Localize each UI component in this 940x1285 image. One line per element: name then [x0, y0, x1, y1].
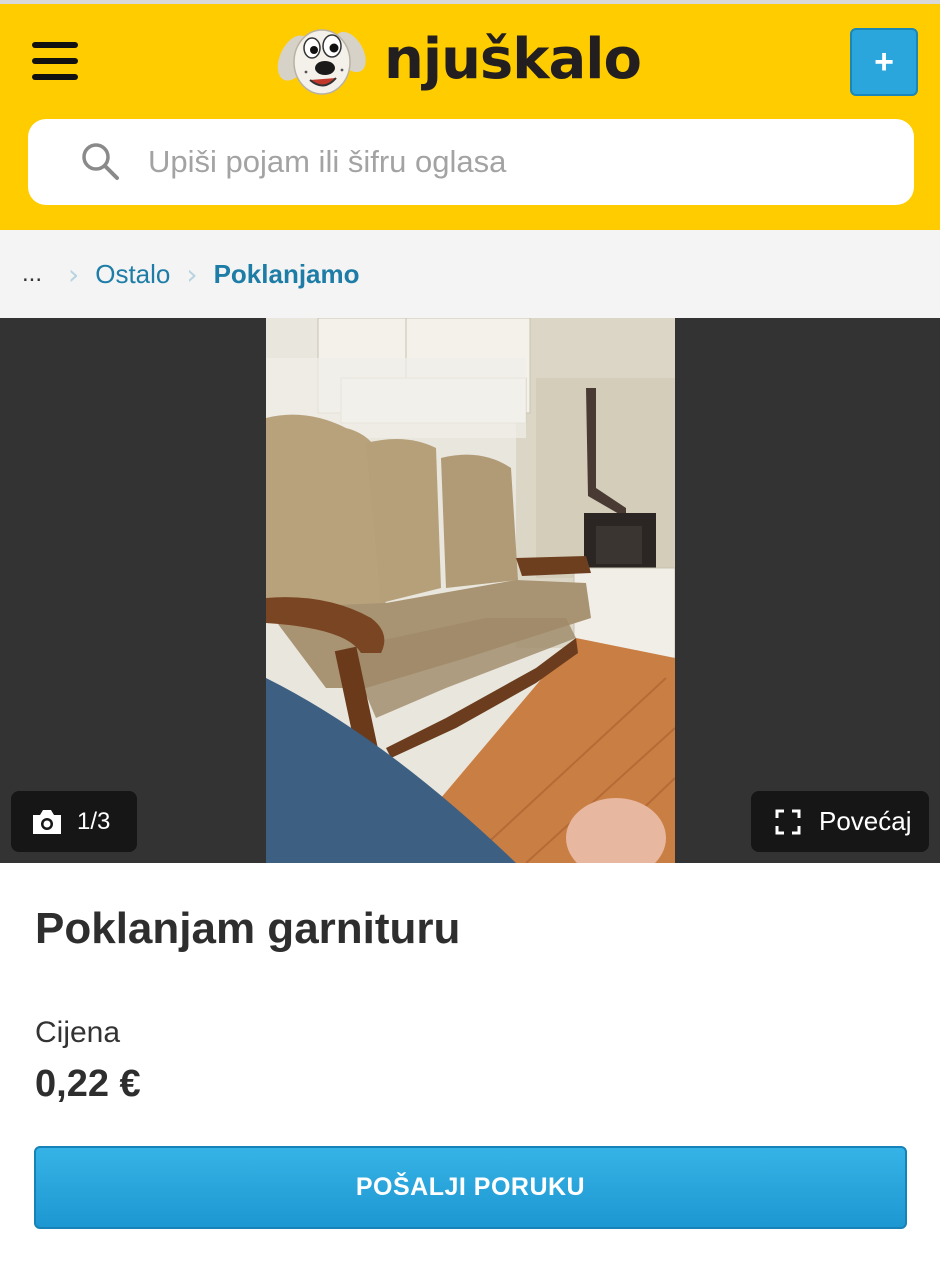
fullscreen-icon — [775, 809, 801, 834]
search-icon[interactable] — [80, 141, 120, 181]
breadcrumb: ... › Ostalo › Poklanjamo — [0, 230, 940, 318]
photo-gallery: 1/3 Povećaj — [0, 318, 940, 863]
photo-counter-text: 1/3 — [77, 807, 111, 835]
listing-photo[interactable] — [266, 318, 675, 863]
listing-title: Poklanjam garnituru — [35, 904, 461, 953]
chevron-right-icon: › — [68, 257, 80, 291]
chevron-right-icon: › — [186, 257, 198, 291]
logo-text: njuškalo — [384, 27, 642, 92]
camera-icon — [33, 809, 61, 834]
enlarge-button[interactable]: Povećaj — [751, 791, 929, 852]
price-label: Cijena — [35, 1016, 121, 1049]
enlarge-label: Povećaj — [819, 806, 912, 836]
site-logo[interactable]: njuškalo — [272, 18, 662, 102]
hamburger-menu-icon[interactable] — [30, 40, 80, 82]
dog-mascot-icon — [277, 29, 366, 95]
price-value: 0,22 € — [35, 1063, 141, 1105]
breadcrumb-ellipsis[interactable]: ... — [22, 260, 42, 288]
search-input[interactable] — [148, 119, 888, 205]
breadcrumb-item-ostalo[interactable]: Ostalo — [95, 259, 170, 290]
search-bar — [28, 119, 914, 205]
add-listing-button[interactable]: + — [850, 28, 918, 96]
breadcrumb-item-poklanjamo[interactable]: Poklanjamo — [214, 259, 360, 290]
app-header: njuškalo + — [0, 0, 940, 230]
send-message-button[interactable]: POŠALJI PORUKU — [34, 1146, 907, 1229]
photo-counter-button[interactable]: 1/3 — [11, 791, 137, 852]
